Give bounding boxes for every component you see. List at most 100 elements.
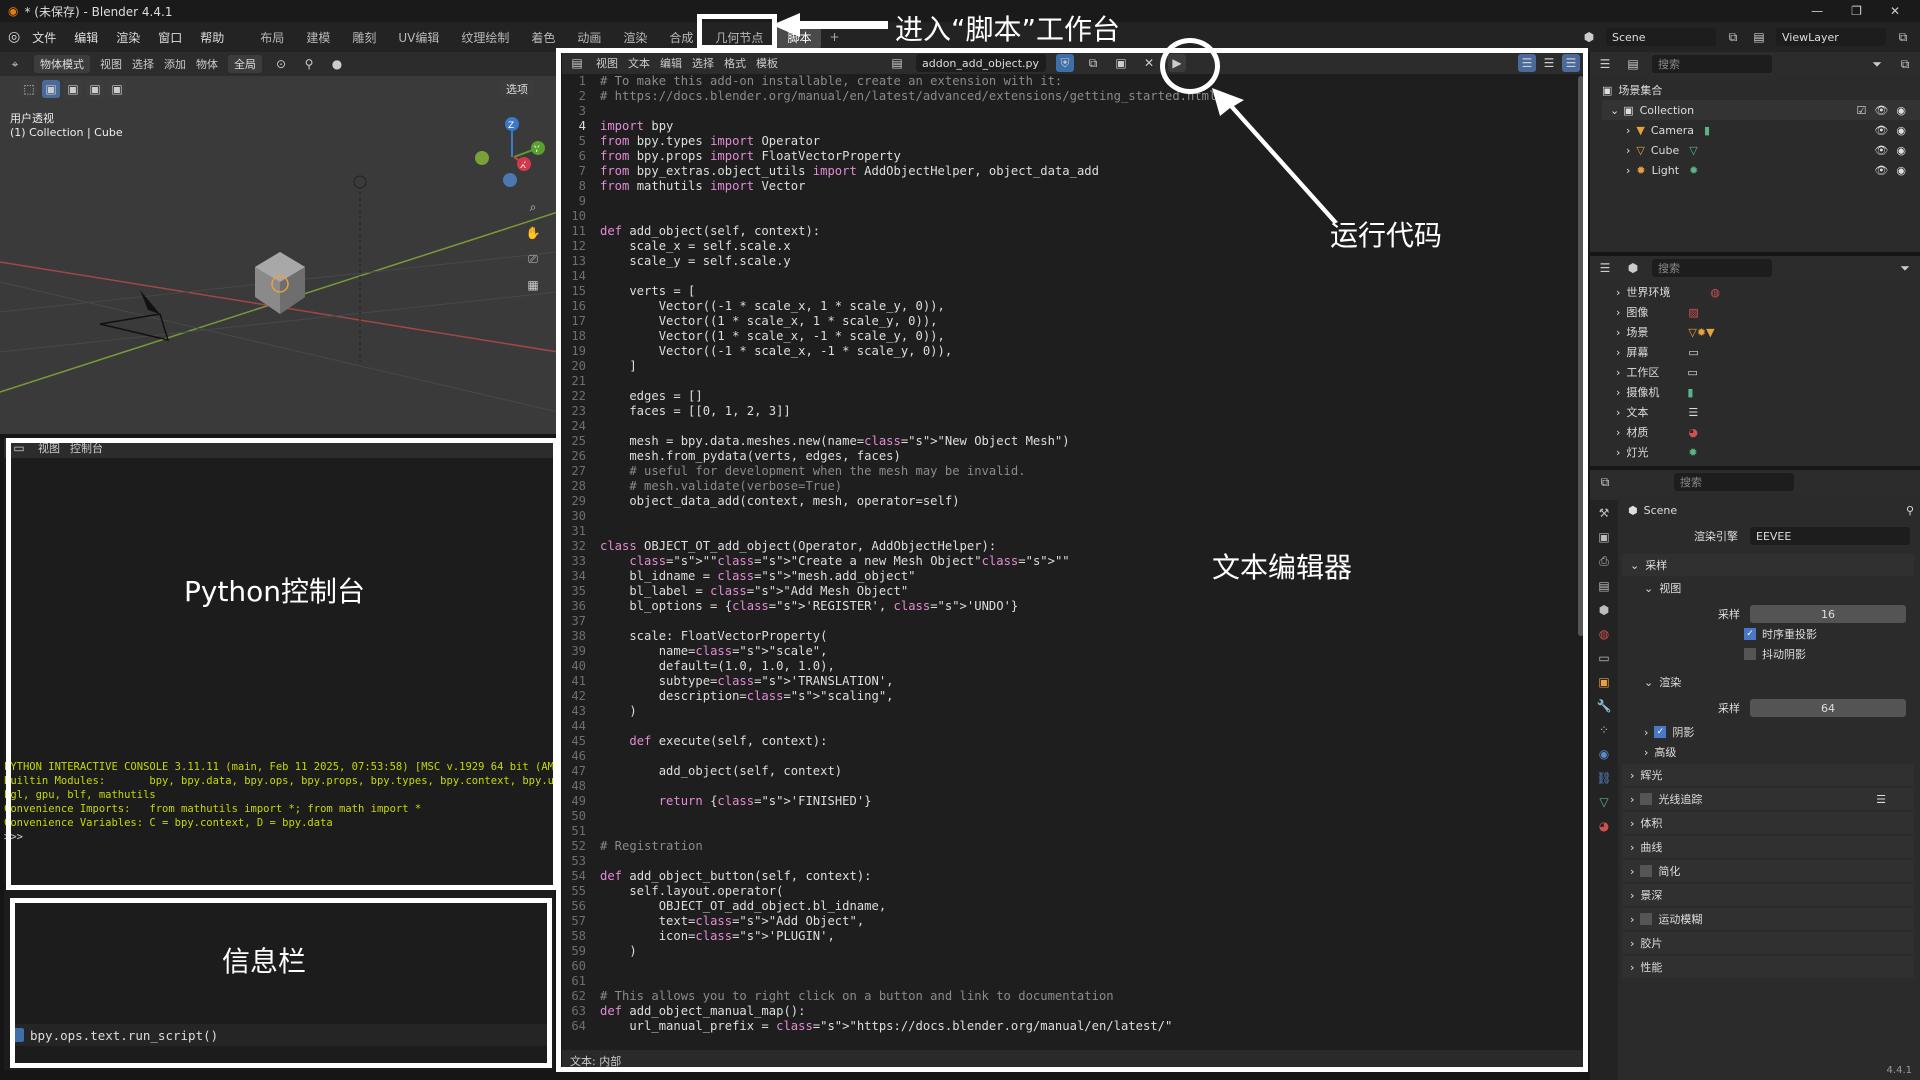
tool-tab-icon[interactable]: ⚒ bbox=[1599, 506, 1610, 520]
code-line[interactable]: 40 default=(1.0, 1.0, 1.0), bbox=[562, 659, 1574, 674]
panel-depth-of-field[interactable]: › 景深 bbox=[1622, 884, 1914, 906]
properties-editor-type-icon[interactable]: ⧉ bbox=[1596, 473, 1614, 491]
viewport-menu-select[interactable]: 选择 bbox=[132, 56, 154, 72]
code-line[interactable]: 57 text=class="s">"Add Object", bbox=[562, 914, 1574, 929]
console-menu-console[interactable]: 控制台 bbox=[70, 440, 103, 456]
tab-layout[interactable]: 布局 bbox=[260, 29, 284, 46]
code-line[interactable]: 47 add_object(self, context) bbox=[562, 764, 1574, 779]
panel-simplify[interactable]: › 简化 bbox=[1622, 860, 1914, 882]
code-line[interactable]: 41 subtype=class="s">'TRANSLATION', bbox=[562, 674, 1574, 689]
panel-curves[interactable]: › 曲线 bbox=[1622, 836, 1914, 858]
code-line[interactable]: 25 mesh = bpy.data.meshes.new(name=class… bbox=[562, 434, 1574, 449]
select-subtract-icon[interactable]: ▣ bbox=[86, 80, 104, 98]
outliner-collection[interactable]: ⌄ ▣ Collection ☑ 👁 ◉ bbox=[1602, 100, 1920, 120]
code-line[interactable]: 3 bbox=[562, 104, 1574, 119]
expand-arrow-icon[interactable]: › bbox=[1626, 144, 1630, 157]
code-line[interactable]: 59 ) bbox=[562, 944, 1574, 959]
tab-modeling[interactable]: 建模 bbox=[306, 29, 330, 46]
blender-file-browser[interactable]: ☰ ⬢ 搜索 ⏷ › 世界环境 ◍ › 图像 ▨ › 场景 ▽✹▼ › 屏幕 ▭ › 工作区 ▭ ›… bbox=[1590, 256, 1920, 466]
close-icon[interactable]: ✕ bbox=[1890, 4, 1900, 18]
panel-performance[interactable]: › 性能 bbox=[1622, 956, 1914, 978]
datablock-lights[interactable]: › 灯光 ✹ bbox=[1616, 442, 1920, 462]
viewport-menu-add[interactable]: 添加 bbox=[164, 56, 186, 72]
material-tab-icon[interactable]: ◕ bbox=[1599, 819, 1609, 833]
subpanel-viewport[interactable]: ⌄ 视图 bbox=[1622, 578, 1914, 598]
tab-sculpting[interactable]: 雕刻 bbox=[352, 29, 376, 46]
code-line[interactable]: 51 bbox=[562, 824, 1574, 839]
tab-uv-editing[interactable]: UV编辑 bbox=[398, 29, 439, 46]
proportional-icon[interactable]: ● bbox=[328, 55, 346, 73]
code-line[interactable]: 61 bbox=[562, 974, 1574, 989]
code-line[interactable]: 16 Vector((-1 * scale_x, 1 * scale_y, 0)… bbox=[562, 299, 1574, 314]
code-line[interactable]: 58 icon=class="s">'PLUGIN', bbox=[562, 929, 1574, 944]
maximize-icon[interactable]: ❐ bbox=[1851, 4, 1862, 18]
code-line[interactable]: 38 scale: FloatVectorProperty( bbox=[562, 629, 1574, 644]
menu-file[interactable]: 文件 bbox=[32, 29, 56, 46]
code-line[interactable]: 32 class OBJECT_OT_add_object(Operator, A… bbox=[562, 539, 1574, 554]
datablock-worlds[interactable]: › 世界环境 ◍ bbox=[1616, 282, 1920, 302]
unlink-text-icon[interactable]: ✕ bbox=[1140, 54, 1158, 72]
display-mode-icon[interactable]: ▤ bbox=[1624, 55, 1642, 73]
panel-volumes[interactable]: › 体积 bbox=[1622, 812, 1914, 834]
code-line[interactable]: 53 bbox=[562, 854, 1574, 869]
expand-arrow-icon[interactable]: › bbox=[1626, 164, 1630, 177]
info-report-row[interactable]: bpy.ops.text.run_script() bbox=[10, 1024, 550, 1046]
datablock-images[interactable]: › 图像 ▨ bbox=[1616, 302, 1920, 322]
select-new-icon[interactable]: ▣ bbox=[42, 80, 60, 98]
code-line[interactable]: 22 edges = [] bbox=[562, 389, 1574, 404]
code-line[interactable]: 35 bl_label = class="s">"Add Mesh Object… bbox=[562, 584, 1574, 599]
code-line[interactable]: 46 bbox=[562, 749, 1574, 764]
code-line[interactable]: 17 Vector((1 * scale_x, 1 * scale_y, 0))… bbox=[562, 314, 1574, 329]
datablock-scenes[interactable]: › 场景 ▽✹▼ bbox=[1616, 322, 1920, 342]
pan-hand-icon[interactable]: ✋ bbox=[524, 224, 542, 242]
datablock-texts[interactable]: › 文本 ☰ bbox=[1616, 402, 1920, 422]
physics-tab-icon[interactable]: ◉ bbox=[1599, 747, 1609, 761]
view-layer-tab-icon[interactable]: ▤ bbox=[1598, 579, 1609, 593]
new-scene-icon[interactable]: ⧉ bbox=[1724, 28, 1742, 46]
checkbox-unchecked-icon[interactable] bbox=[1744, 648, 1756, 660]
pin-icon[interactable]: ⚲ bbox=[1906, 504, 1914, 517]
subpanel-shadows[interactable]: › ✓ 阴影 bbox=[1622, 722, 1914, 742]
render-camera-icon[interactable]: ◉ bbox=[1896, 124, 1906, 137]
select-invert-icon[interactable]: ▣ bbox=[108, 80, 126, 98]
list-icon[interactable]: ☰ bbox=[1876, 793, 1886, 806]
blender-menu-icon[interactable]: ◎ bbox=[8, 29, 20, 45]
particles-tab-icon[interactable]: ⁘ bbox=[1599, 723, 1609, 737]
viewlayer-selector[interactable]: ViewLayer bbox=[1776, 28, 1886, 46]
code-line[interactable]: 6 from bpy.props import FloatVectorProper… bbox=[562, 149, 1574, 164]
outliner-search-input[interactable]: 搜索 bbox=[1652, 55, 1772, 73]
code-line[interactable]: 39 name=class="s">"scale", bbox=[562, 644, 1574, 659]
new-text-icon[interactable]: ▣ bbox=[1112, 54, 1130, 72]
render-camera-icon[interactable]: ◉ bbox=[1896, 144, 1906, 157]
tab-animation[interactable]: 动画 bbox=[577, 29, 601, 46]
render-engine-select[interactable]: EEVEE bbox=[1750, 527, 1910, 545]
console-prompt[interactable]: >>> bbox=[4, 830, 554, 844]
outliner-editor-type-icon[interactable]: ☰ bbox=[1596, 55, 1614, 73]
scene-selector[interactable]: Scene bbox=[1606, 28, 1716, 46]
code-line[interactable]: 5 from bpy.types import Operator bbox=[562, 134, 1574, 149]
code-line[interactable]: 62 # This allows you to right click on a … bbox=[562, 989, 1574, 1004]
code-line[interactable]: 43 ) bbox=[562, 704, 1574, 719]
viewport-samples-field[interactable]: 16 bbox=[1750, 605, 1906, 623]
code-line[interactable]: 30 bbox=[562, 509, 1574, 524]
panel-film[interactable]: › 胶片 bbox=[1622, 932, 1914, 954]
code-line[interactable]: 18 Vector((1 * scale_x, -1 * scale_y, 0)… bbox=[562, 329, 1574, 344]
render-camera-icon[interactable]: ◉ bbox=[1896, 104, 1906, 117]
constraints-tab-icon[interactable]: ⛓ bbox=[1596, 771, 1611, 785]
code-line[interactable]: 20 ] bbox=[562, 359, 1574, 374]
modifier-tab-icon[interactable]: 🔧 bbox=[1597, 699, 1612, 713]
subpanel-render[interactable]: ⌄ 渲染 bbox=[1622, 672, 1914, 692]
code-line[interactable]: 49 return {class="s">'FINISHED'} bbox=[562, 794, 1574, 809]
datablock-workspaces[interactable]: › 工作区 ▭ bbox=[1616, 362, 1920, 382]
pivot-icon[interactable]: ⊙ bbox=[272, 55, 290, 73]
datablock-cameras[interactable]: › 摄像机 ▮ bbox=[1616, 382, 1920, 402]
code-line[interactable]: 54 def add_object_button(self, context): bbox=[562, 869, 1574, 884]
code-line[interactable]: 60 bbox=[562, 959, 1574, 974]
ortho-grid-icon[interactable]: ▦ bbox=[524, 276, 542, 294]
jitter-shadows-row[interactable]: 抖动阴影 bbox=[1622, 644, 1914, 664]
transform-orientation[interactable]: 全局 bbox=[228, 55, 262, 73]
code-line[interactable]: 33 class="s">""class="s">"Create a new M… bbox=[562, 554, 1574, 569]
exclude-checkbox-icon[interactable]: ☑ bbox=[1857, 104, 1867, 117]
tab-texture-paint[interactable]: 纹理绘制 bbox=[461, 29, 509, 46]
code-line[interactable]: 56 OBJECT_OT_add_object.bl_idname, bbox=[562, 899, 1574, 914]
